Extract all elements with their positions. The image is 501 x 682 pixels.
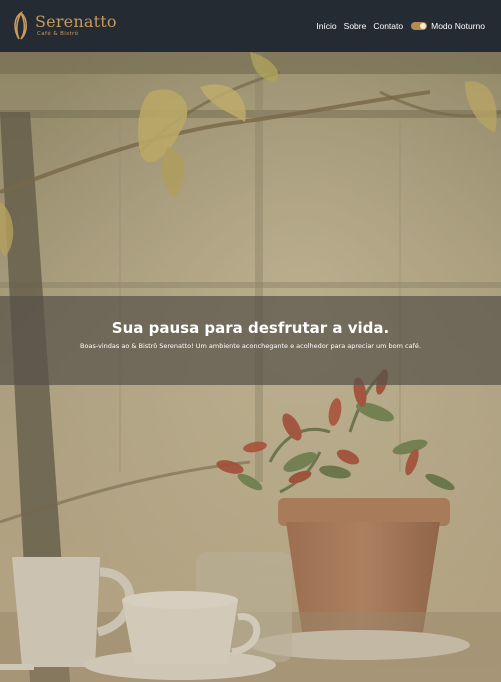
- site-header: Serenatto Café & Bistrô Início Sobre Con…: [0, 0, 501, 52]
- nav-link-sobre[interactable]: Sobre: [344, 21, 367, 31]
- coffee-bean-icon: [14, 11, 28, 40]
- nav-link-contato[interactable]: Contato: [373, 21, 403, 31]
- nav-link-inicio[interactable]: Início: [316, 21, 336, 31]
- brand-tagline: Café & Bistrô: [37, 31, 79, 38]
- brand-text: Serenatto Café & Bistrô: [35, 14, 117, 38]
- toggle-label: Modo Noturno: [431, 21, 485, 31]
- hero-banner: Sua pausa para desfrutar a vida. Boas-vi…: [0, 296, 501, 385]
- hero-subtitle: Boas-vindas ao & Bistrô Serenatto! Um am…: [80, 342, 421, 350]
- brand-name: Serenatto: [35, 12, 117, 32]
- page: Serenatto Café & Bistrô Início Sobre Con…: [0, 0, 501, 682]
- toggle-knob: [420, 23, 427, 29]
- main-nav: Início Sobre Contato Modo Noturno: [316, 21, 485, 31]
- dark-mode-toggle[interactable]: Modo Noturno: [411, 21, 485, 31]
- hero-title: Sua pausa para desfrutar a vida.: [111, 319, 390, 337]
- brand[interactable]: Serenatto Café & Bistrô: [11, 11, 117, 41]
- toggle-switch[interactable]: [411, 22, 428, 30]
